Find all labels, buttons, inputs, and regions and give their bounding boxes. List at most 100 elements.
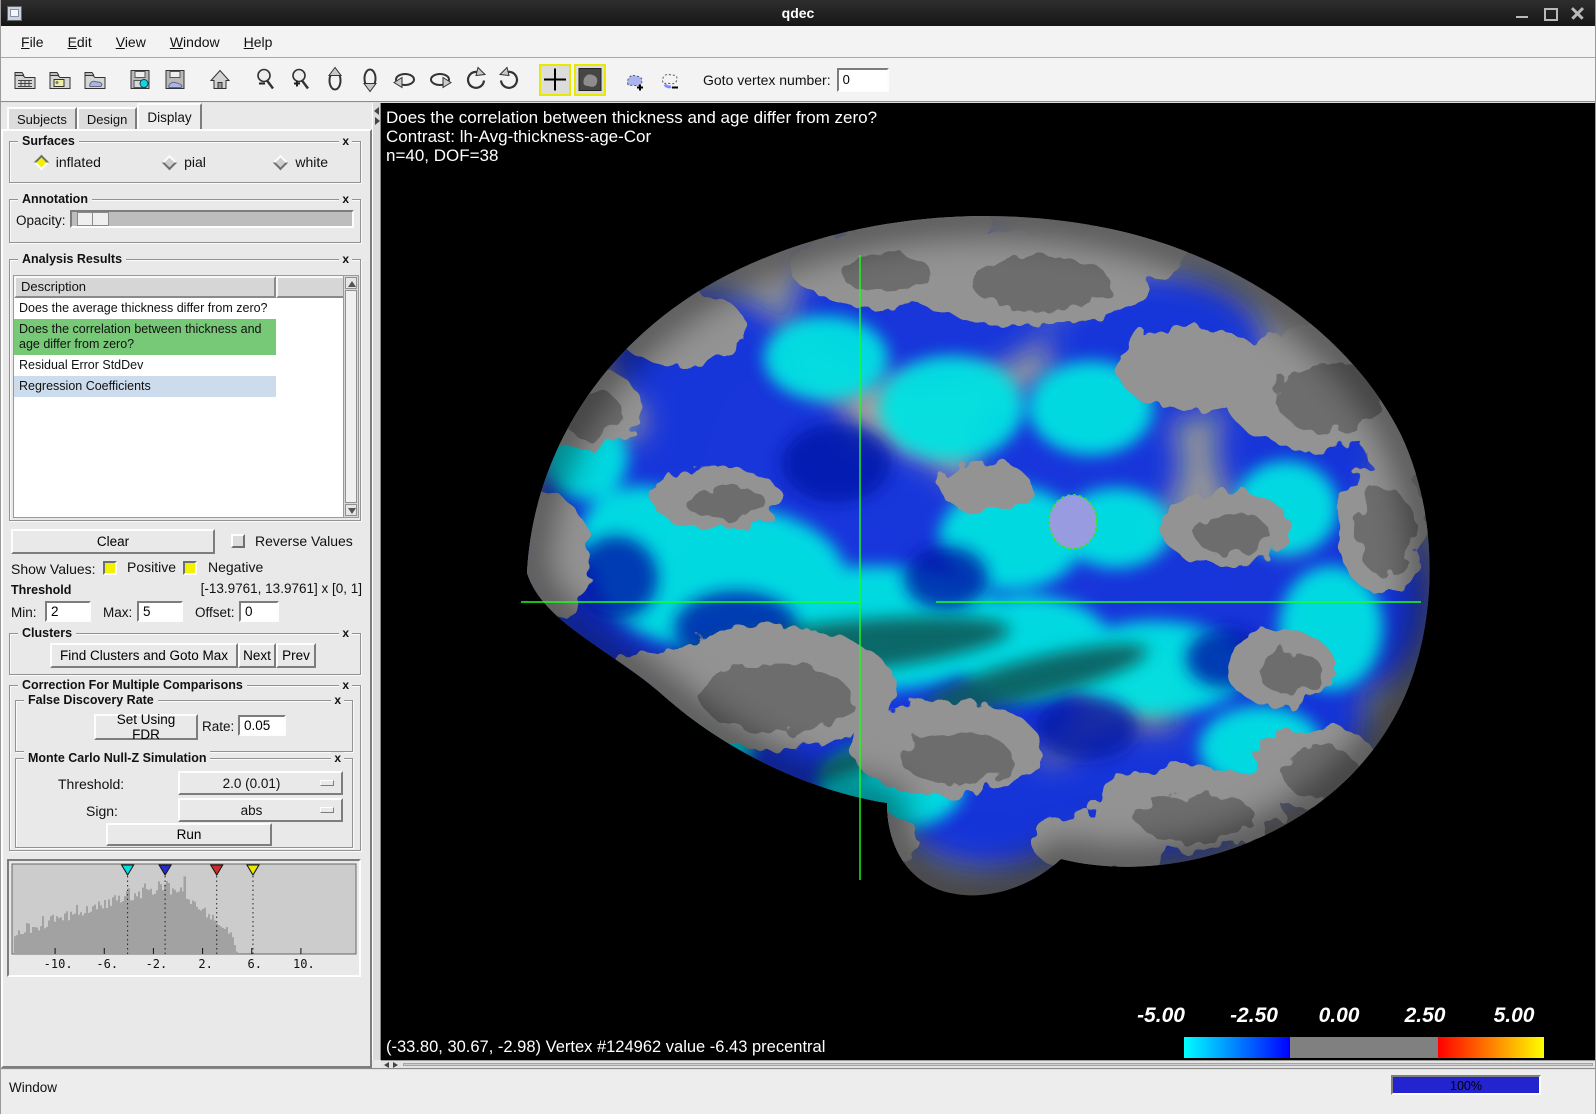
rotate-up-icon[interactable]	[319, 64, 351, 96]
tab-subjects[interactable]: Subjects	[7, 107, 77, 129]
analysis-results-close-icon[interactable]: x	[339, 253, 352, 265]
clear-button[interactable]: Clear	[11, 529, 215, 554]
goto-vertex-input[interactable]	[837, 68, 889, 92]
inflated-label: inflated	[56, 154, 101, 170]
white-radio[interactable]	[273, 154, 289, 170]
fdr-close-icon[interactable]: x	[331, 694, 344, 706]
panel-tabs: SubjectsDesignDisplay	[7, 103, 202, 129]
viewport-hscrollbar[interactable]	[381, 1060, 1596, 1068]
menu-help[interactable]: Help	[234, 30, 283, 54]
positive-label: Positive	[127, 559, 176, 575]
home-icon[interactable]	[204, 64, 236, 96]
tab-design[interactable]: Design	[77, 107, 137, 129]
scrollbar-thumb[interactable]	[345, 290, 357, 503]
hscroll-track[interactable]	[403, 1063, 1593, 1066]
clusters-group: Clusters x Find Clusters and Goto Max Ne…	[9, 633, 361, 675]
max-input[interactable]	[137, 601, 183, 622]
menu-file[interactable]: File	[11, 30, 54, 54]
analysis-result-row[interactable]: Residual Error StdDev	[14, 355, 276, 376]
scroll-down-icon[interactable]	[345, 504, 357, 516]
surface-viewport[interactable]: Does the correlation between thickness a…	[381, 103, 1596, 1060]
brain-surface	[381, 103, 1596, 1060]
dof-info: n=40, DOF=38	[386, 146, 498, 165]
pial-label: pial	[184, 154, 206, 170]
rate-input[interactable]	[238, 715, 286, 736]
surfaces-close-icon[interactable]: x	[339, 135, 352, 147]
positive-checkbox[interactable]	[103, 561, 117, 575]
analysis-result-row[interactable]: Regression Coefficients	[14, 376, 276, 397]
annotation-close-icon[interactable]: x	[339, 193, 352, 205]
list-scrollbar[interactable]	[343, 276, 358, 517]
display-tab-body: Surfaces x inflatedpialwhite Annotation …	[1, 129, 372, 1068]
pial-radio[interactable]	[162, 154, 178, 170]
open-label-icon[interactable]	[79, 64, 111, 96]
zoom-out-icon[interactable]	[249, 64, 281, 96]
tab-display[interactable]: Display	[137, 103, 201, 129]
menu-view[interactable]: View	[106, 30, 156, 54]
rotate-down-icon[interactable]	[354, 64, 386, 96]
menu-edit[interactable]: Edit	[58, 30, 102, 54]
pane-sash[interactable]	[372, 103, 381, 1060]
mc-threshold-dropdown[interactable]: 2.0 (0.01)	[178, 771, 343, 795]
negative-checkbox[interactable]	[183, 561, 197, 575]
correction-title: Correction For Multiple Comparisons	[18, 678, 247, 692]
set-using-fdr-button[interactable]: Set Using FDR	[94, 714, 198, 740]
correction-close-icon[interactable]: x	[339, 679, 352, 691]
threshold-histogram[interactable]: -10.-6.-2.2.6.10.	[10, 862, 358, 974]
opacity-slider[interactable]	[70, 210, 354, 228]
title-bar: qdec	[1, 0, 1595, 26]
rotate-ccw-icon[interactable]	[459, 64, 491, 96]
status-context-label: Window	[9, 1080, 57, 1095]
surface-option-inflated[interactable]: inflated	[10, 154, 127, 170]
rotate-right-icon[interactable]	[424, 64, 456, 96]
save-label-icon[interactable]	[159, 64, 191, 96]
prev-cluster-button[interactable]: Prev	[276, 643, 316, 668]
roi-tool-icon[interactable]	[574, 64, 606, 96]
menu-window[interactable]: Window	[160, 30, 230, 54]
minimize-icon[interactable]	[1515, 7, 1529, 19]
crosshair-tool-icon[interactable]	[539, 64, 571, 96]
reverse-values-label: Reverse Values	[255, 533, 353, 549]
offset-input[interactable]	[239, 601, 279, 622]
offset-label: Offset:	[195, 605, 235, 620]
clusters-close-icon[interactable]: x	[339, 627, 352, 639]
goto-vertex-label: Goto vertex number:	[703, 72, 831, 88]
close-icon[interactable]	[1571, 7, 1585, 19]
open-data-table-icon[interactable]	[9, 64, 41, 96]
add-selection-icon[interactable]	[619, 64, 651, 96]
rotate-cw-icon[interactable]	[494, 64, 526, 96]
next-cluster-button[interactable]: Next	[238, 643, 276, 668]
opacity-slider-handle[interactable]	[77, 212, 109, 226]
threshold-label: Threshold	[11, 583, 71, 597]
analysis-result-row[interactable]: Does the correlation between thickness a…	[14, 319, 276, 355]
zoom-in-icon[interactable]	[284, 64, 316, 96]
zero-gradient	[1290, 1037, 1438, 1058]
mc-sign-label: Sign:	[86, 803, 118, 819]
analysis-result-row[interactable]: Does the average thickness differ from z…	[14, 298, 276, 319]
scroll-up-icon[interactable]	[345, 277, 357, 289]
reverse-values-checkbox[interactable]	[231, 534, 245, 548]
analysis-results-group: Analysis Results x Description Does the …	[9, 259, 361, 521]
monte-carlo-close-icon[interactable]: x	[331, 752, 344, 764]
rotate-left-icon[interactable]	[389, 64, 421, 96]
contrast-name: Contrast: lh-Avg-thickness-age-Cor	[386, 127, 651, 146]
option-grip-icon	[320, 780, 334, 786]
svg-text:-2.: -2.	[146, 957, 168, 971]
correction-group: Correction For Multiple Comparisons x Fa…	[9, 685, 361, 851]
contrast-info-text: Does the correlation between thickness a…	[386, 108, 877, 165]
run-simulation-button[interactable]: Run	[106, 823, 272, 846]
save-data-table-icon[interactable]	[124, 64, 156, 96]
maximize-icon[interactable]	[1543, 7, 1557, 19]
subtract-selection-icon[interactable]	[654, 64, 686, 96]
inflated-radio[interactable]	[33, 154, 49, 170]
svg-text:6.: 6.	[248, 957, 262, 971]
surface-option-white[interactable]: white	[243, 154, 360, 170]
open-project-file-icon[interactable]	[44, 64, 76, 96]
find-clusters-button[interactable]: Find Clusters and Goto Max	[50, 643, 238, 668]
color-scale-bar: -5.00-2.500.002.505.00	[1141, 990, 1571, 1060]
description-column-header[interactable]: Description	[14, 276, 276, 298]
opacity-label: Opacity:	[16, 213, 66, 228]
mc-sign-dropdown[interactable]: abs	[178, 798, 343, 822]
min-input[interactable]	[45, 601, 91, 622]
surface-option-pial[interactable]: pial	[127, 154, 244, 170]
